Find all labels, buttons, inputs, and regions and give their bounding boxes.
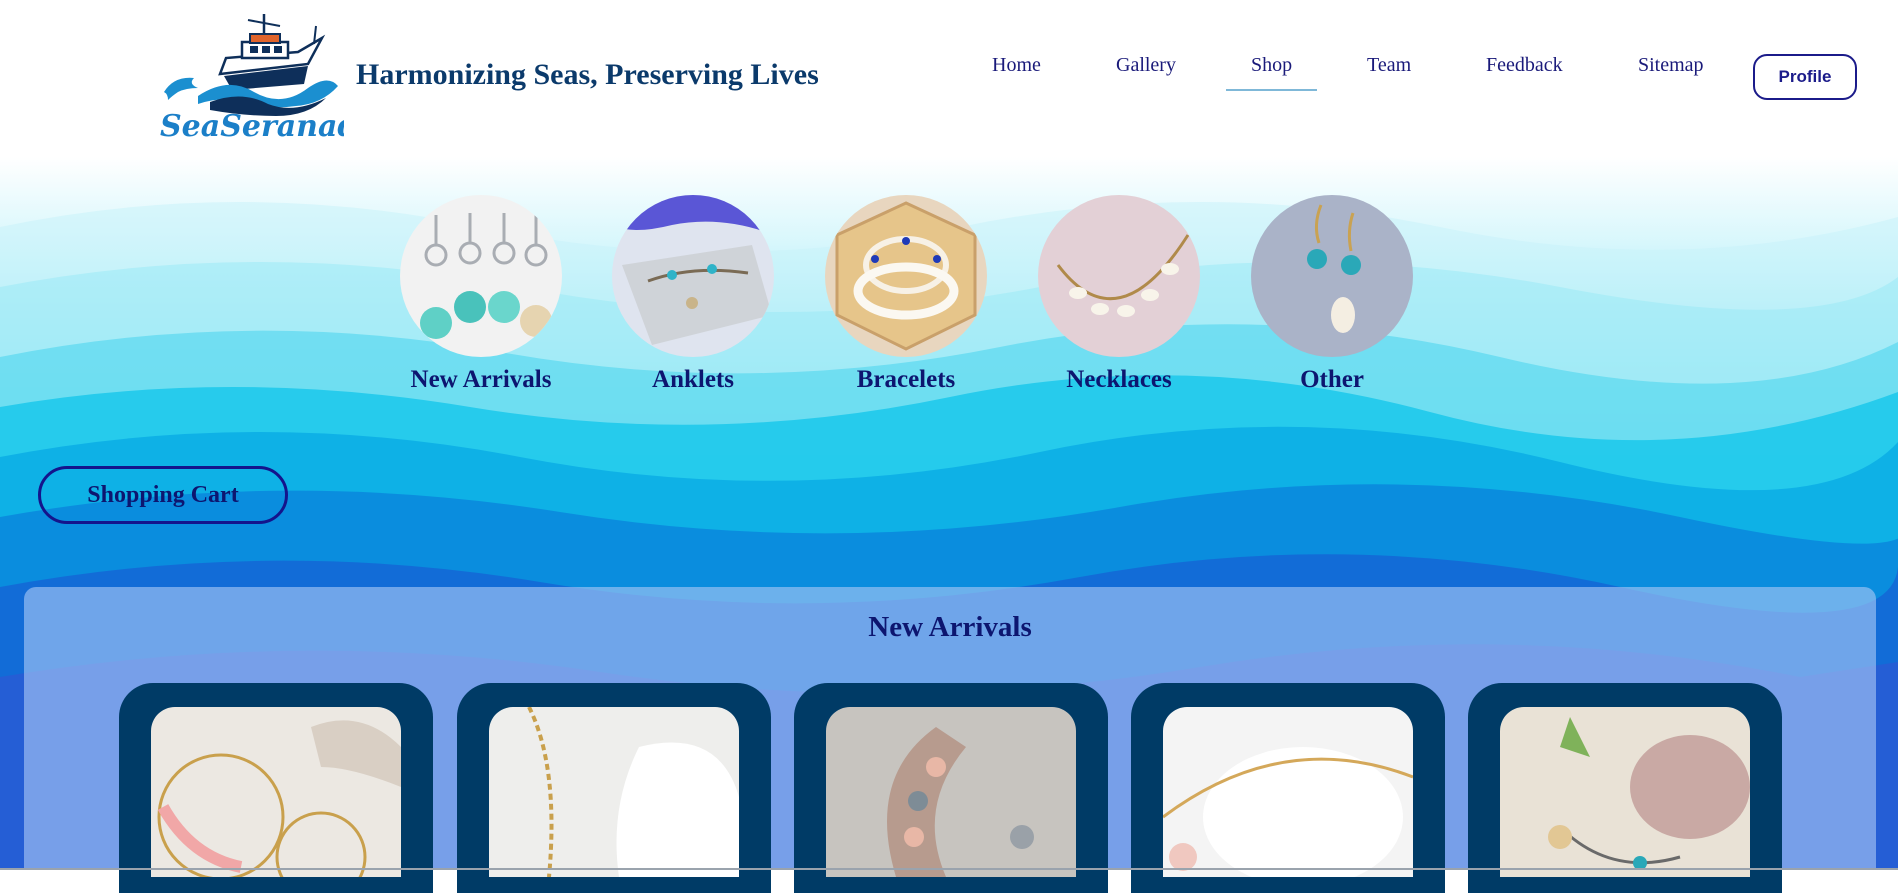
product-image (489, 707, 739, 877)
site-tagline: Harmonizing Seas, Preserving Lives (356, 58, 819, 91)
category-list: New Arrivals Anklets Bracelets Necklaces… (0, 195, 1898, 395)
product-image (1163, 707, 1413, 877)
logo-wordmark: SeaSeranade (160, 109, 344, 144)
product-image (151, 707, 401, 877)
new-arrivals-section: New Arrivals (24, 587, 1876, 893)
category-label: Anklets (652, 366, 734, 393)
shopping-cart-button[interactable]: Shopping Cart (38, 466, 288, 524)
category-label: Other (1300, 366, 1364, 393)
product-card[interactable] (457, 683, 771, 893)
category-image (825, 195, 987, 357)
nav-team[interactable]: Team (1367, 54, 1411, 77)
product-card[interactable] (1131, 683, 1445, 893)
product-card[interactable] (1468, 683, 1782, 893)
category-image (400, 195, 562, 357)
category-image (1038, 195, 1200, 357)
category-new-arrivals[interactable]: New Arrivals (399, 195, 563, 394)
nav-feedback[interactable]: Feedback (1486, 54, 1563, 77)
site-header: SeaSeranade Harmonizing Seas, Preserving… (0, 0, 1898, 157)
nav-gallery[interactable]: Gallery (1116, 54, 1176, 77)
nav-shop[interactable]: Shop (1225, 54, 1318, 91)
category-necklaces[interactable]: Necklaces (1037, 195, 1201, 394)
profile-button[interactable]: Profile (1753, 54, 1857, 100)
nav-home[interactable]: Home (992, 54, 1041, 77)
product-card[interactable] (794, 683, 1108, 893)
category-other[interactable]: Other (1250, 195, 1414, 394)
product-card[interactable] (119, 683, 433, 893)
seaseranade-logo[interactable]: SeaSeranade (158, 12, 344, 146)
nav-sitemap[interactable]: Sitemap (1638, 54, 1704, 77)
category-label: Bracelets (856, 366, 956, 393)
section-title: New Arrivals (868, 611, 1032, 643)
category-bracelets[interactable]: Bracelets (824, 195, 988, 394)
category-image (612, 195, 774, 357)
category-label: Necklaces (1066, 366, 1172, 393)
product-image (826, 707, 1076, 877)
product-image (1500, 707, 1750, 877)
category-image (1251, 195, 1413, 357)
category-label: New Arrivals (410, 366, 552, 393)
category-anklets[interactable]: Anklets (611, 195, 775, 394)
